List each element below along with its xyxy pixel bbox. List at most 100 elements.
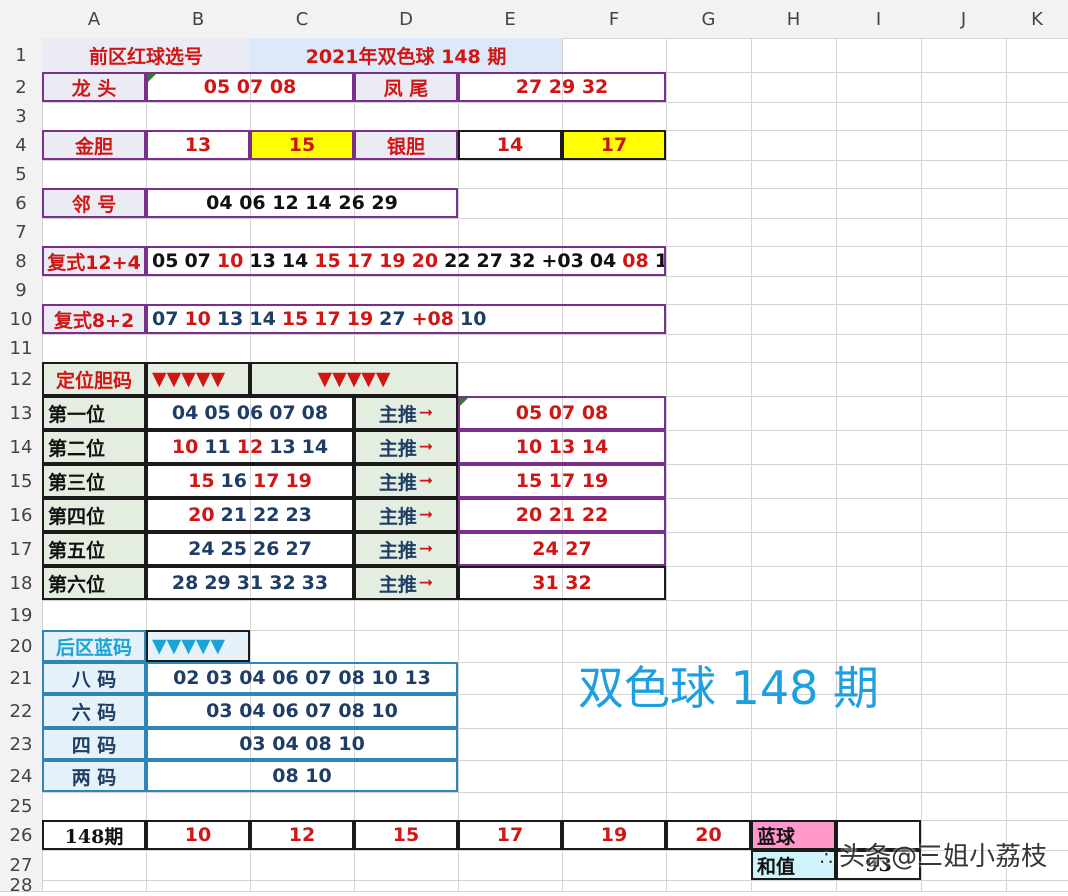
recommend-pick[interactable]: 31 32: [458, 566, 666, 600]
issue-number[interactable]: 12: [250, 820, 354, 850]
recommend-tag[interactable]: 主推 ➞: [354, 464, 458, 498]
row-header[interactable]: 20: [0, 630, 42, 662]
triangle-markers-2[interactable]: ▼▼▼▼▼: [250, 362, 458, 396]
value-silver-dan-2[interactable]: 17: [562, 130, 666, 160]
recommend-pick[interactable]: 05 07 08: [458, 396, 666, 430]
blue-value[interactable]: 08 10: [146, 760, 458, 792]
issue-number[interactable]: 17: [458, 820, 562, 850]
value-compound-8-2[interactable]: 07 10 13 14 15 17 19 27 +08 10: [146, 304, 666, 334]
position-label[interactable]: 第一位: [42, 396, 146, 430]
column-header[interactable]: I: [836, 0, 921, 38]
column-header[interactable]: A: [42, 0, 146, 38]
position-label[interactable]: 第五位: [42, 532, 146, 566]
label-position-dan[interactable]: 定位胆码: [42, 362, 146, 396]
recommend-tag[interactable]: 主推 ➞: [354, 532, 458, 566]
column-header[interactable]: H: [751, 0, 836, 38]
row-header[interactable]: 21: [0, 662, 42, 694]
row-header[interactable]: 4: [0, 130, 42, 160]
position-numbers[interactable]: 20 21 22 23: [146, 498, 354, 532]
value-phoenix-tail[interactable]: 27 29 32: [458, 72, 666, 102]
position-numbers[interactable]: 28 29 31 32 33: [146, 566, 354, 600]
label-compound-12-4[interactable]: 复式12+4: [42, 246, 146, 276]
row-header[interactable]: 15: [0, 464, 42, 498]
blue-value[interactable]: 02 03 04 06 07 08 10 13: [146, 662, 458, 694]
position-label[interactable]: 第三位: [42, 464, 146, 498]
row-header[interactable]: 13: [0, 396, 42, 430]
blue-label[interactable]: 八 码: [42, 662, 146, 694]
recommend-tag[interactable]: 主推 ➞: [354, 396, 458, 430]
issue-number[interactable]: 19: [562, 820, 666, 850]
row-header[interactable]: 23: [0, 728, 42, 760]
position-label[interactable]: 第四位: [42, 498, 146, 532]
recommend-tag[interactable]: 主推 ➞: [354, 498, 458, 532]
column-header[interactable]: D: [354, 0, 458, 38]
column-header[interactable]: E: [458, 0, 562, 38]
blue-label[interactable]: 六 码: [42, 694, 146, 728]
recommend-tag[interactable]: 主推 ➞: [354, 430, 458, 464]
blue-triangle-markers[interactable]: ▼▼▼▼▼: [146, 630, 250, 662]
row-header[interactable]: 11: [0, 334, 42, 362]
position-label[interactable]: 第六位: [42, 566, 146, 600]
position-numbers[interactable]: 04 05 06 07 08: [146, 396, 354, 430]
row-header[interactable]: 28: [0, 875, 42, 896]
row-header[interactable]: 5: [0, 160, 42, 188]
value-dragon-head[interactable]: 05 07 08: [146, 72, 354, 102]
row-header[interactable]: 7: [0, 218, 42, 246]
row-header[interactable]: 16: [0, 498, 42, 532]
row-header[interactable]: 2: [0, 72, 42, 102]
row-header[interactable]: 10: [0, 304, 42, 334]
issue-number[interactable]: 15: [354, 820, 458, 850]
row-header[interactable]: 19: [0, 600, 42, 630]
issue-label[interactable]: 148期: [42, 820, 146, 850]
triangle-markers-1[interactable]: ▼▼▼▼▼: [146, 362, 250, 396]
value-silver-dan-1[interactable]: 14: [458, 130, 562, 160]
row-header[interactable]: 6: [0, 188, 42, 218]
row-header[interactable]: 22: [0, 694, 42, 728]
label-silver-dan[interactable]: 银胆: [354, 130, 458, 160]
row-header[interactable]: 17: [0, 532, 42, 566]
column-header[interactable]: B: [146, 0, 250, 38]
blue-value[interactable]: 03 04 06 07 08 10: [146, 694, 458, 728]
row-header[interactable]: 8: [0, 246, 42, 276]
label-blue-ball[interactable]: 后区蓝码: [42, 630, 146, 662]
label-compound-8-2[interactable]: 复式8+2: [42, 304, 146, 334]
row-header[interactable]: 25: [0, 792, 42, 820]
header-issue-title[interactable]: 2021年双色球 148 期: [250, 38, 562, 72]
label-gold-dan[interactable]: 金胆: [42, 130, 146, 160]
issue-number[interactable]: 10: [146, 820, 250, 850]
column-header[interactable]: F: [562, 0, 666, 38]
row-header[interactable]: 24: [0, 760, 42, 792]
blue-label[interactable]: 四 码: [42, 728, 146, 760]
label-neighbor[interactable]: 邻 号: [42, 188, 146, 218]
recommend-tag[interactable]: 主推 ➞: [354, 566, 458, 600]
recommend-pick[interactable]: 20 21 22: [458, 498, 666, 532]
select-all-corner[interactable]: [0, 0, 42, 38]
header-red-ball-selection[interactable]: 前区红球选号: [42, 38, 250, 72]
label-dragon-head[interactable]: 龙 头: [42, 72, 146, 102]
row-header[interactable]: 18: [0, 566, 42, 600]
position-numbers[interactable]: 24 25 26 27: [146, 532, 354, 566]
issue-number[interactable]: 20: [666, 820, 751, 850]
recommend-pick[interactable]: 15 17 19: [458, 464, 666, 498]
position-label[interactable]: 第二位: [42, 430, 146, 464]
row-header[interactable]: 26: [0, 820, 42, 850]
column-header[interactable]: C: [250, 0, 354, 38]
row-header[interactable]: 1: [0, 38, 42, 72]
row-header[interactable]: 3: [0, 102, 42, 130]
label-phoenix-tail[interactable]: 凤 尾: [354, 72, 458, 102]
row-header[interactable]: 12: [0, 362, 42, 396]
column-header[interactable]: J: [921, 0, 1006, 38]
value-gold-dan-2[interactable]: 15: [250, 130, 354, 160]
row-header[interactable]: 14: [0, 430, 42, 464]
column-header[interactable]: G: [666, 0, 751, 38]
value-neighbor[interactable]: 04 06 12 14 26 29: [146, 188, 458, 218]
recommend-pick[interactable]: 24 27: [458, 532, 666, 566]
position-numbers[interactable]: 15 16 17 19: [146, 464, 354, 498]
value-gold-dan-1[interactable]: 13: [146, 130, 250, 160]
blue-label[interactable]: 两 码: [42, 760, 146, 792]
recommend-pick[interactable]: 10 13 14: [458, 430, 666, 464]
blue-value[interactable]: 03 04 08 10: [146, 728, 458, 760]
column-header[interactable]: K: [1006, 0, 1068, 38]
value-compound-12-4[interactable]: 050710131415171920222732+03040810: [146, 246, 666, 276]
position-numbers[interactable]: 10 11 12 13 14: [146, 430, 354, 464]
